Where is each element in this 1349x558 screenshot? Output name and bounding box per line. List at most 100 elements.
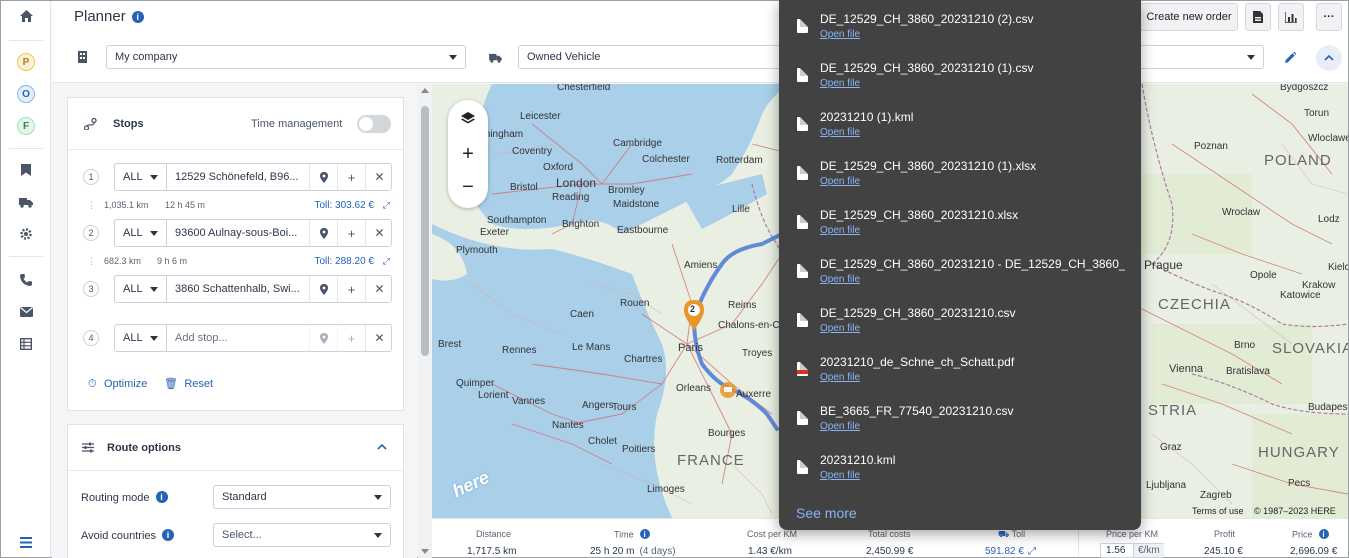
open-file-link[interactable]: Open file [820,323,860,334]
open-file-link[interactable]: Open file [820,470,860,481]
stop-address-input[interactable]: 3860 Schattenhalb, Swi... [175,283,305,295]
open-file-link[interactable]: Open file [820,421,860,432]
add-via-icon[interactable]: + [337,164,365,190]
open-file-link[interactable]: Open file [820,127,860,138]
remove-stop-icon[interactable]: ✕ [365,325,393,351]
download-item[interactable]: DE_12529_CH_3860_20231210 (1).xlsx Open … [797,159,1127,199]
open-file-link[interactable]: Open file [820,274,860,285]
info-icon[interactable]: i [131,11,144,23]
routing-mode-select[interactable]: Standard [213,485,391,509]
route-marker-label[interactable]: 2 [690,304,695,314]
download-item[interactable]: BE_3665_FR_77540_20231210.csv Open file [797,404,1127,444]
location-pin-icon[interactable] [309,325,337,351]
location-pin-icon[interactable] [309,276,337,302]
table-icon[interactable] [14,333,38,355]
route-options-header[interactable]: Route options [68,425,403,471]
truck-icon[interactable] [14,191,38,213]
mail-icon[interactable] [14,301,38,323]
scroll-down-arrow[interactable] [421,549,429,554]
collapse-header-button[interactable] [1316,45,1342,71]
location-pin-icon[interactable] [309,164,337,190]
download-item[interactable]: 20231210_de_Schne_ch_Schatt.pdf Open fil… [797,355,1127,395]
download-item[interactable]: DE_12529_CH_3860_20231210 (2).csv Open f… [797,12,1127,52]
trash-icon: 🗑 [164,378,178,390]
scrollbar-thumb[interactable] [421,106,429,356]
remove-stop-icon[interactable]: ✕ [365,164,393,190]
remove-stop-icon[interactable]: ✕ [365,276,393,302]
see-more-link[interactable]: See more [796,505,857,521]
terms-of-use-link[interactable]: Terms of use [1192,506,1244,516]
chart-button[interactable] [1278,3,1304,31]
open-file-link[interactable]: Open file [820,225,860,236]
info-icon[interactable]: i [1318,529,1329,539]
city-label: Vienna [1169,363,1204,375]
planner-header: Planner i My company Owned Vehicle Create… [52,1,1348,83]
stop-address-input[interactable]: 12529 Schönefeld, B96... [175,171,305,183]
open-file-link[interactable]: Open file [820,78,860,89]
stop-mode-select[interactable]: ALL [115,276,167,302]
open-file-link[interactable]: Open file [820,176,860,187]
stop-address-input[interactable]: 93600 Aulnay-sous-Boi... [175,227,305,239]
stop-mode-select[interactable]: ALL [115,325,167,351]
stop-number: 3 [83,281,99,297]
leg-toll-link[interactable]: Toll: 303.62 € [315,200,375,211]
collapse-sidebar-icon[interactable] [14,531,38,553]
toll-value[interactable]: 591.82 € ⤢ [985,546,1036,557]
company-select[interactable]: My company [106,45,466,69]
city-label: Katowice [1280,290,1321,301]
pencil-icon[interactable] [1285,51,1297,66]
add-via-icon[interactable]: + [337,276,365,302]
sliders-icon [82,442,94,456]
layers-button[interactable] [448,102,488,134]
home-icon[interactable] [14,5,38,27]
download-item[interactable]: DE_12529_CH_3860_20231210.xlsx Open file [797,208,1127,248]
time-label: Time i [614,529,650,540]
rail-badge-f[interactable]: F [14,115,38,137]
remove-stop-icon[interactable]: ✕ [365,220,393,246]
downloads-popup: DE_12529_CH_3860_20231210 (2).csv Open f… [779,0,1141,530]
info-icon[interactable]: i [162,529,175,541]
avoid-countries-select[interactable]: Select... [213,523,391,547]
expand-icon[interactable]: ⤢ [383,256,390,267]
route-options-card: Route options Routing mode i Standard Avo… [67,424,404,558]
info-icon[interactable]: i [639,529,650,539]
more-options-button[interactable]: ··· [1316,3,1342,31]
zoom-in-button[interactable]: + [448,138,488,170]
optimize-button[interactable]: ⏱ Optimize [88,376,147,391]
open-file-link[interactable]: Open file [820,372,860,383]
expand-icon[interactable]: ⤢ [383,200,390,211]
rail-badge-p[interactable]: P [14,51,38,73]
download-item[interactable]: 20231210 (1).kml Open file [797,110,1127,150]
leg-toll-link[interactable]: Toll: 288.20 € [315,256,375,267]
add-stop-input[interactable]: Add stop... [175,332,305,344]
reset-button[interactable]: 🗑 Reset [164,376,213,390]
create-order-button[interactable]: Create new order [1140,3,1238,31]
bookmark-icon[interactable] [14,159,38,181]
download-item[interactable]: DE_12529_CH_3860_20231210.csv Open file [797,306,1127,346]
panel-scrollbar[interactable] [418,84,432,558]
gear-icon[interactable] [14,223,38,245]
download-item[interactable]: DE_12529_CH_3860_20231210 (1).csv Open f… [797,61,1127,101]
stop-mode-select[interactable]: ALL [115,164,167,190]
export-pdf-button[interactable] [1245,3,1271,31]
add-via-icon[interactable]: + [337,220,365,246]
city-label: Poitiers [622,444,656,455]
location-pin-icon[interactable] [309,220,337,246]
open-file-link[interactable]: Open file [820,29,860,40]
scroll-up-arrow[interactable] [421,88,429,93]
expand-icon[interactable]: ⤢ [1028,546,1036,557]
phone-icon[interactable] [14,269,38,291]
download-item[interactable]: 20231210.kml Open file [797,453,1127,493]
info-icon[interactable]: i [155,491,168,503]
time-management-toggle[interactable] [357,115,391,133]
stop-mode-select[interactable]: ALL [115,220,167,246]
profit-label: Profit [1214,529,1236,539]
rail-badge-o[interactable]: O [14,83,38,105]
price-per-km-input[interactable]: 1.56 €/km [1100,543,1164,558]
city-label: Vannes [512,396,546,407]
zoom-out-button[interactable]: − [448,171,488,203]
left-rail: P O F [1,1,51,557]
add-via-icon[interactable]: + [337,325,365,351]
download-item[interactable]: DE_12529_CH_3860_20231210 - DE_12529_CH_… [797,257,1127,297]
chevron-up-icon[interactable] [377,444,387,450]
